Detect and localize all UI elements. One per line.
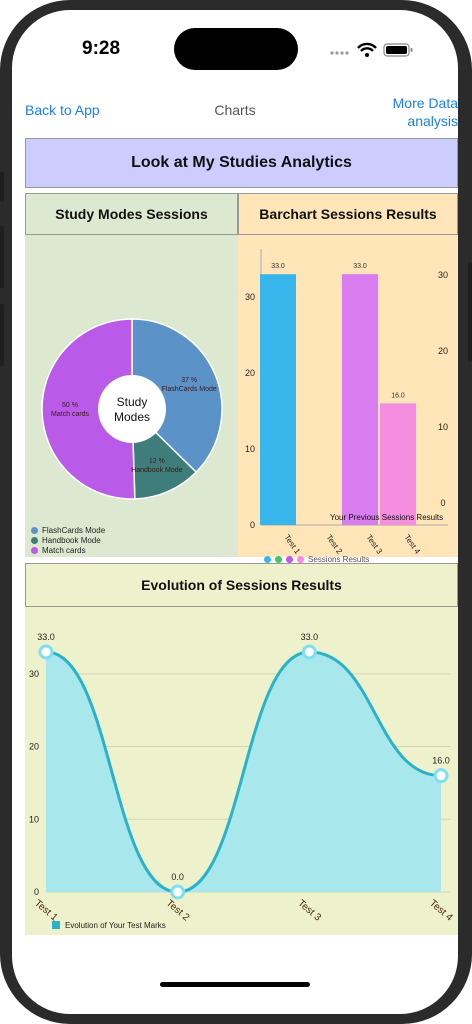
evolution-ytick: 20 xyxy=(29,742,39,752)
evolution-point-1 xyxy=(38,644,54,660)
evolution-legend-label: Evolution of Your Test Marks xyxy=(65,921,166,930)
bar-category-2: Test 2 xyxy=(324,533,344,556)
battery-icon xyxy=(383,43,413,57)
legend-label: FlashCards Mode xyxy=(42,526,106,535)
screen: 9:28 Back to App Charts More Data analys… xyxy=(12,10,458,1014)
pie-legend-flashcards: FlashCards Mode xyxy=(31,526,105,535)
bar-category-3: Test 3 xyxy=(364,533,384,556)
bar-value-label-1: 33.0 xyxy=(271,263,285,270)
legend-swatch xyxy=(31,527,38,534)
evolution-point-2 xyxy=(170,884,186,900)
bar-3 xyxy=(342,274,378,525)
volume-up-button xyxy=(0,226,4,288)
bar-1 xyxy=(260,274,296,525)
legend-swatch xyxy=(31,537,38,544)
legend-swatch-2 xyxy=(275,556,282,563)
dynamic-island xyxy=(174,28,298,70)
evolution-point-3 xyxy=(301,644,317,660)
legend-swatch-3 xyxy=(286,556,293,563)
evolution-category-1: Test 1 xyxy=(32,898,60,924)
pie-slice-percent-3: 50 % xyxy=(62,402,78,409)
evolution-ytick: 30 xyxy=(29,669,39,679)
bar-chart-header: Barchart Sessions Results xyxy=(238,193,458,235)
bar-value-label-4: 16.0 xyxy=(391,392,405,399)
legend-swatch xyxy=(31,547,38,554)
evolution-legend-swatch xyxy=(52,921,60,929)
evolution-value-label-1: 33.0 xyxy=(37,632,55,642)
pie-center-label-line2: Modes xyxy=(114,410,150,424)
evolution-value-label-4: 16.0 xyxy=(432,756,450,766)
bar-chart-panel: 0 0 10 10 20 20 30 30 33.0 33.0 16.0 Your Previou… xyxy=(238,235,458,564)
more-data-line1: More Data xyxy=(392,95,458,111)
evolution-ytick: 0 xyxy=(34,887,39,897)
evolution-category-4: Test 4 xyxy=(427,898,455,924)
pie-chart-panel: Study Modes 37 % FlashCards Mode 12 % Handb… xyxy=(25,235,238,557)
legend-label: Handbook Mode xyxy=(42,536,101,545)
pie-center-hole xyxy=(98,375,166,443)
cellular-icon xyxy=(330,51,349,55)
bar-chart: 0 0 10 10 20 20 30 30 33.0 33.0 16.0 Your Previou… xyxy=(245,249,448,556)
legend-swatch-4 xyxy=(297,556,304,563)
bar-category-4: Test 4 xyxy=(402,533,422,556)
more-data-line2: analysis xyxy=(407,113,458,129)
evolution-value-label-3: 33.0 xyxy=(301,632,319,642)
pie-legend-handbook: Handbook Mode xyxy=(31,536,101,545)
pie-chart-header: Study Modes Sessions xyxy=(25,193,238,235)
evolution-category-3: Test 3 xyxy=(295,898,323,924)
legend-swatch-1 xyxy=(264,556,271,563)
evolution-value-label-2: 0.0 xyxy=(171,872,184,882)
pie-center-label-line1: Study xyxy=(117,395,148,409)
bar-4 xyxy=(380,403,416,525)
bar-value-label-3: 33.0 xyxy=(353,263,367,270)
evolution-chart-header: Evolution of Sessions Results xyxy=(25,563,458,607)
bar-ytick-left: 10 xyxy=(245,444,255,454)
pie-chart: Study Modes 37 % FlashCards Mode 12 % Handb… xyxy=(41,318,223,500)
more-data-analysis-button[interactable]: More Data analysis xyxy=(368,94,458,130)
bar-ytick-right: 10 xyxy=(438,422,448,432)
pie-slice-name-3: Match cards xyxy=(51,411,90,418)
evolution-ytick: 10 xyxy=(29,814,39,824)
evolution-chart-panel: 0 10 20 30 33.0 0.0 33.0 16.0 Test 1 Test 2 Test… xyxy=(25,607,458,935)
volume-down-button xyxy=(0,304,4,366)
pie-legend-match: Match cards xyxy=(31,546,86,555)
wifi-icon xyxy=(357,42,377,57)
bar-ytick-left: 20 xyxy=(245,368,255,378)
bar-ytick-left: 30 xyxy=(245,292,255,302)
pie-slice-percent-1: 37 % xyxy=(181,377,197,384)
evolution-point-4 xyxy=(433,768,449,784)
home-indicator[interactable] xyxy=(160,982,310,987)
action-button xyxy=(0,172,4,202)
bar-ytick-left: 0 xyxy=(250,520,255,530)
page-title: Look at My Studies Analytics xyxy=(25,138,458,188)
pie-slice-percent-2: 12 % xyxy=(149,458,165,465)
status-time: 9:28 xyxy=(82,38,121,59)
bar-ytick-right: 0 xyxy=(440,498,445,508)
evolution-chart: 0 10 20 30 33.0 0.0 33.0 16.0 Test 1 Test 2 Test… xyxy=(29,632,455,930)
legend-label: Match cards xyxy=(42,546,86,555)
phone-frame: 9:28 Back to App Charts More Data analys… xyxy=(0,0,472,1024)
bar-category-1: Test 1 xyxy=(282,533,302,556)
evolution-category-2: Test 2 xyxy=(164,898,192,924)
bar-annotation: Your Previous Sessions Results xyxy=(330,513,443,522)
pie-slice-name-2: Handbook Mode xyxy=(131,467,182,474)
status-icons xyxy=(330,42,413,57)
pie-slice-name-1: FlashCards Mode xyxy=(162,386,217,393)
power-button xyxy=(468,262,472,362)
bar-ytick-right: 30 xyxy=(438,270,448,280)
bar-ytick-right: 20 xyxy=(438,346,448,356)
